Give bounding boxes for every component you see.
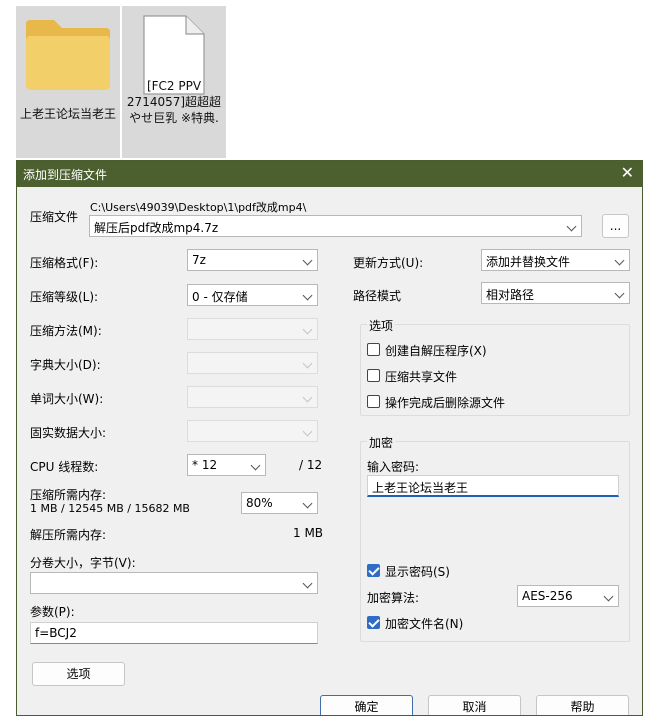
mem-compress-detail: 1 MB / 12545 MB / 15682 MB	[30, 502, 190, 515]
close-icon[interactable]: ✕	[621, 164, 634, 182]
pathmode-value: 相对路径	[486, 288, 535, 302]
options-group-title: 选项	[367, 317, 396, 334]
browse-button[interactable]: ...	[602, 214, 629, 238]
folder-icon	[26, 20, 110, 90]
password-input[interactable]: 上老王论坛当老王	[367, 475, 619, 497]
desktop-item-label: [FC2 PPV 2714057]超超超やせ巨乳 ※特典.	[126, 79, 222, 125]
encryption-group-title: 加密	[367, 434, 396, 451]
password-value: 上老王论坛当老王	[372, 481, 469, 495]
delete-label: 操作完成后删除源文件	[385, 396, 506, 410]
archive-name-value: 解压后pdf改成mp4.7z	[94, 221, 219, 235]
cancel-button[interactable]: 取消	[428, 695, 521, 715]
mem-percent-value: 80%	[246, 496, 273, 510]
method-combo[interactable]	[187, 318, 318, 340]
checkbox-box	[367, 616, 380, 629]
threads-value: * 12	[192, 458, 218, 472]
checkbox-box	[367, 564, 380, 577]
options-button[interactable]: 选项	[32, 662, 125, 686]
encrypt-names-label: 加密文件名(N)	[385, 617, 464, 631]
dialog-title: 添加到压缩文件	[23, 168, 108, 182]
pathmode-label: 路径模式	[353, 289, 402, 303]
format-combo[interactable]: 7z	[187, 249, 318, 271]
chevron-down-icon	[302, 498, 313, 509]
checkbox-box	[367, 395, 380, 408]
params-label: 参数(P):	[30, 605, 75, 619]
update-label: 更新方式(U):	[353, 256, 424, 270]
word-combo[interactable]	[187, 386, 318, 408]
pathmode-combo[interactable]: 相对路径	[481, 282, 630, 304]
threads-max: / 12	[299, 458, 323, 472]
chevron-down-icon	[566, 221, 577, 232]
sfx-label: 创建自解压程序(X)	[385, 344, 487, 358]
level-value: 0 - 仅存储	[192, 290, 248, 304]
encryption-group: 加密 输入密码: 上老王论坛当老王 显示密码(S) 加密算法: AES-256 …	[360, 434, 630, 642]
desktop-file-item[interactable]: [FC2 PPV 2714057]超超超やせ巨乳 ※特典.	[122, 6, 226, 158]
encryption-method-value: AES-256	[522, 589, 573, 603]
chevron-down-icon	[614, 255, 625, 266]
solid-combo[interactable]	[187, 420, 318, 442]
chevron-down-icon	[302, 255, 313, 266]
add-to-archive-dialog: 添加到压缩文件 ✕ 压缩文件 C:\Users\49039\Desktop\1\…	[16, 160, 643, 716]
options-group: 选项 创建自解压程序(X) 压缩共享文件 操作完成后删除源文件	[360, 317, 630, 416]
mem-percent-combo[interactable]: 80%	[241, 492, 318, 514]
help-button[interactable]: 帮助	[536, 695, 629, 715]
shared-label: 压缩共享文件	[385, 370, 458, 384]
update-combo[interactable]: 添加并替换文件	[481, 249, 630, 271]
level-label: 压缩等级(L):	[30, 290, 99, 304]
level-combo[interactable]: 0 - 仅存储	[187, 284, 318, 306]
dict-label: 字典大小(D):	[30, 358, 101, 372]
checkbox-box	[367, 343, 380, 356]
mem-decompress-value: 1 MB	[293, 526, 324, 540]
word-label: 单词大小(W):	[30, 392, 104, 406]
archive-name-combo[interactable]: 解压后pdf改成mp4.7z	[89, 215, 582, 237]
desktop-folder-item[interactable]: 上老王论坛当老王	[16, 6, 120, 158]
password-label: 输入密码:	[367, 460, 420, 474]
update-value: 添加并替换文件	[486, 255, 571, 269]
chevron-down-icon	[302, 392, 313, 403]
chevron-down-icon	[302, 290, 313, 301]
format-label: 压缩格式(F):	[30, 256, 99, 270]
method-label: 压缩方法(M):	[30, 324, 102, 338]
threads-label: CPU 线程数:	[30, 460, 99, 474]
params-input[interactable]: f=BCJ2	[30, 622, 318, 644]
solid-label: 固实数据大小:	[30, 426, 107, 440]
split-combo[interactable]	[30, 572, 318, 594]
split-label: 分卷大小，字节(V):	[30, 556, 136, 570]
chevron-down-icon	[302, 578, 313, 589]
archive-label: 压缩文件	[30, 210, 79, 224]
mem-decompress-label: 解压所需内存:	[30, 528, 107, 542]
format-value: 7z	[192, 253, 206, 267]
threads-combo[interactable]: * 12	[187, 454, 266, 476]
params-value: f=BCJ2	[35, 626, 77, 640]
chevron-down-icon	[302, 324, 313, 335]
checkbox-box	[367, 369, 380, 382]
chevron-down-icon	[250, 460, 261, 471]
desktop-item-label: 上老王论坛当老王	[19, 107, 116, 121]
show-password-label: 显示密码(S)	[385, 565, 450, 579]
encryption-method-label: 加密算法:	[367, 591, 420, 605]
encryption-method-combo[interactable]: AES-256	[517, 585, 619, 607]
dict-combo[interactable]	[187, 352, 318, 374]
chevron-down-icon	[302, 426, 313, 437]
chevron-down-icon	[603, 591, 614, 602]
chevron-down-icon	[302, 358, 313, 369]
chevron-down-icon	[614, 288, 625, 299]
archive-path: C:\Users\49039\Desktop\1\pdf改成mp4\	[90, 201, 307, 214]
ok-button[interactable]: 确定	[320, 695, 413, 715]
title-bar: 添加到压缩文件 ✕	[17, 161, 642, 187]
mem-compress-label: 压缩所需内存:	[30, 488, 107, 502]
